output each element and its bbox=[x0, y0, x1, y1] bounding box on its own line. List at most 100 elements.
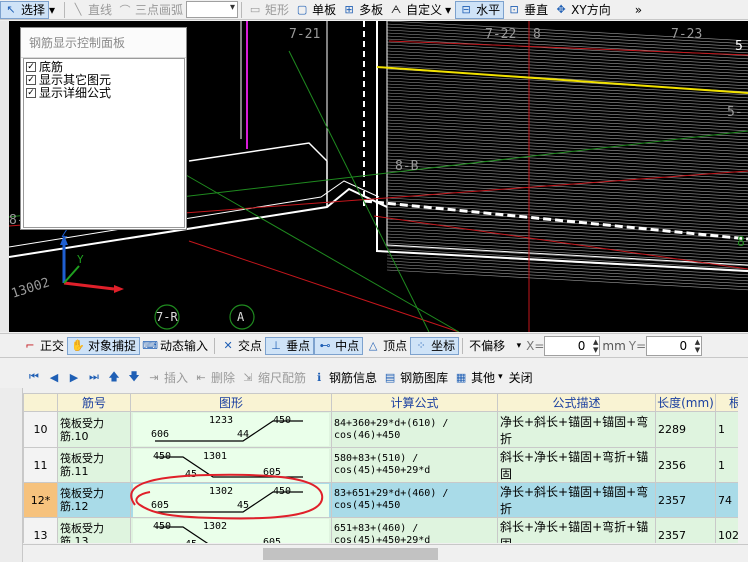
vertical-button[interactable]: ⊡ 垂直 bbox=[504, 1, 551, 19]
table-row[interactable]: 11 筏板受力筋.11 450 1301 45 605 580+83+(510) / cos… bbox=[23, 447, 748, 483]
midpoint-button[interactable]: ⊷ 中点 bbox=[314, 336, 364, 355]
axis-line-green-3 bbox=[288, 50, 430, 332]
length-cell[interactable]: 2356 bbox=[655, 447, 716, 483]
row-number[interactable]: 10 bbox=[23, 411, 58, 448]
separator bbox=[241, 1, 243, 18]
header-shape[interactable]: 图形 bbox=[130, 393, 332, 412]
custom-dropdown[interactable]: ▾ bbox=[445, 1, 455, 19]
vertex-button[interactable]: △ 顶点 bbox=[363, 337, 410, 355]
scale-icon: ⇲ bbox=[243, 370, 253, 384]
shape-cell[interactable]: 606 1233 44 450 bbox=[130, 411, 332, 448]
grid-vertical-scrollbar[interactable] bbox=[738, 393, 748, 544]
length-cell[interactable]: 2357 bbox=[655, 517, 716, 543]
panel-option-show-formula[interactable]: ✓ 显示详细公式 bbox=[26, 86, 184, 100]
separator bbox=[462, 337, 464, 354]
checkbox-checked-icon[interactable]: ✓ bbox=[26, 74, 36, 85]
dynamic-input-button[interactable]: ⌨ 动态输入 bbox=[140, 337, 211, 355]
coordinate-button[interactable]: ⁘ 坐标 bbox=[410, 336, 460, 355]
header-description[interactable]: 公式描述 bbox=[497, 393, 656, 412]
row-number[interactable]: 12* bbox=[23, 482, 58, 518]
axis-label: 5- bbox=[727, 105, 743, 120]
description-cell[interactable]: 净长+斜长+锚固+锚固+弯折 bbox=[497, 411, 656, 448]
offset-select[interactable]: 不偏移 ▾ bbox=[466, 337, 524, 355]
table-row[interactable]: 13筏板受力筋.13 450 1302 45 605 651+83+(460) / cos… bbox=[23, 517, 748, 544]
first-record-button[interactable]: ⏮ bbox=[24, 368, 44, 386]
shape-dim: 1302 bbox=[203, 520, 228, 532]
shape-cell[interactable]: 450 1301 45 605 bbox=[130, 447, 332, 483]
formula-cell[interactable]: 84+360+29*d+(610) / cos(46)+450 bbox=[331, 411, 498, 448]
formula-cell[interactable]: 580+83+(510) / cos(45)+450+29*d bbox=[331, 447, 498, 483]
rebar-shape: 450 1301 45 605 bbox=[133, 448, 329, 482]
line-button[interactable]: ╲ 直线 bbox=[68, 1, 115, 19]
chevron-down-icon: ▾ bbox=[498, 372, 503, 382]
select-dropdown[interactable]: ▾ bbox=[49, 1, 61, 19]
row-number[interactable]: 11 bbox=[23, 447, 58, 483]
spinner-icon[interactable]: ▲ ▼ bbox=[593, 338, 598, 354]
x-input[interactable]: 0 ▲ ▼ bbox=[544, 335, 601, 356]
x-label: X= bbox=[526, 338, 545, 353]
rect-button[interactable]: ▭ 矩形 bbox=[245, 1, 292, 19]
intersection-button[interactable]: ✕ 交点 bbox=[218, 337, 265, 355]
y-input[interactable]: 0 ▲ ▼ bbox=[646, 335, 703, 356]
length-cell[interactable]: 2289 bbox=[655, 411, 716, 448]
shape-dim: 605 bbox=[263, 536, 282, 544]
header-bar-no[interactable]: 筋号 bbox=[57, 393, 131, 412]
arc-button[interactable]: ⌒ 三点画弧 bbox=[115, 1, 186, 19]
scrollbar-thumb[interactable] bbox=[263, 548, 438, 560]
checkbox-checked-icon[interactable]: ✓ bbox=[26, 61, 36, 72]
other-menu-button[interactable]: ▦ 其他 ▾ bbox=[451, 368, 506, 386]
next-record-button[interactable]: ▶ bbox=[64, 368, 84, 386]
table-row[interactable]: 12* 筏板受力筋.12 605 1302 45 450 83+651+29*d+(460)… bbox=[23, 482, 748, 518]
bar-name-cell[interactable]: 筏板受力筋.13 bbox=[57, 517, 131, 543]
bar-name-cell[interactable]: 筏板受力筋.10 bbox=[57, 411, 131, 448]
close-grid-button[interactable]: 关闭 bbox=[506, 368, 536, 386]
description-cell[interactable]: 斜长+净长+锚固+弯折+锚固 bbox=[497, 517, 656, 543]
multi-board-button[interactable]: ⊞ 多板 bbox=[339, 1, 386, 19]
custom-button[interactable]: ᗅ 自定义 bbox=[386, 1, 445, 19]
formula-cell[interactable]: 83+651+29*d+(460) / cos(45)+450 bbox=[331, 482, 498, 518]
single-board-button[interactable]: ▢ 单板 bbox=[292, 1, 339, 19]
dynamic-input-icon: ⌨ bbox=[142, 339, 158, 352]
cursor-icon: ↖ bbox=[6, 3, 16, 16]
prev-record-button[interactable]: ◀ bbox=[44, 368, 64, 386]
dashed-edge-h bbox=[363, 199, 748, 241]
insert-button[interactable]: ⇥ 插入 bbox=[144, 368, 191, 386]
table-row[interactable]: 10 筏板受力筋.10 606 1233 44 450 84+360+29*d+(610) … bbox=[23, 411, 748, 448]
scale-rebar-button[interactable]: ⇲ 缩尺配筋 bbox=[238, 368, 309, 386]
delete-icon: ⇤ bbox=[196, 370, 206, 384]
checkbox-checked-icon[interactable]: ✓ bbox=[26, 87, 36, 98]
rectangle-icon: ▭ bbox=[249, 3, 261, 16]
xy-direction-button[interactable]: ✥ XY方向 bbox=[551, 1, 614, 19]
delete-button[interactable]: ⇤ 删除 bbox=[191, 368, 238, 386]
description-cell[interactable]: 净长+斜长+锚固+锚固+弯折 bbox=[497, 482, 656, 518]
shape-cell[interactable]: 450 1302 45 605 bbox=[130, 517, 332, 544]
draw-mode-select[interactable] bbox=[186, 1, 239, 18]
select-button[interactable]: ↖ 选择 bbox=[0, 0, 50, 19]
horizontal-button[interactable]: ⊟ 水平 bbox=[455, 0, 505, 19]
row-number[interactable]: 13 bbox=[23, 517, 58, 543]
rebar-library-button[interactable]: ▤ 钢筋图库 bbox=[380, 368, 451, 386]
bar-name-cell[interactable]: 筏板受力筋.11 bbox=[57, 447, 131, 483]
vertex-icon: △ bbox=[368, 339, 378, 352]
object-snap-button[interactable]: ✋ 对象捕捉 bbox=[67, 336, 141, 355]
header-length[interactable]: 长度(mm) bbox=[655, 393, 716, 412]
last-record-button[interactable]: ⏭ bbox=[84, 368, 104, 386]
perpendicular-button[interactable]: ⊥ 垂点 bbox=[265, 336, 315, 355]
last-icon: ⏭ bbox=[89, 370, 99, 383]
shape-cell[interactable]: 605 1302 45 450 bbox=[130, 482, 332, 518]
perpendicular-icon: ⊥ bbox=[271, 339, 281, 352]
formula-cell[interactable]: 651+83+(460) / cos(45)+450+29*d bbox=[331, 517, 498, 543]
header-formula[interactable]: 计算公式 bbox=[331, 393, 498, 412]
shape-dim: 44 bbox=[237, 429, 250, 440]
move-up-button[interactable]: 🡅 bbox=[104, 368, 124, 386]
description-cell[interactable]: 斜长+净长+锚固+弯折+锚固 bbox=[497, 447, 656, 483]
spinner-icon[interactable]: ▲ ▼ bbox=[695, 338, 700, 354]
toolbar-overflow[interactable]: » bbox=[632, 1, 645, 19]
move-down-button[interactable]: 🡇 bbox=[124, 368, 144, 386]
rebar-info-button[interactable]: ℹ 钢筋信息 bbox=[309, 368, 380, 386]
gizmo-x-arrow bbox=[114, 285, 124, 293]
ortho-button[interactable]: ⌐ 正交 bbox=[20, 337, 67, 355]
length-cell[interactable]: 2357 bbox=[655, 482, 716, 518]
grid-horizontal-scrollbar[interactable] bbox=[23, 544, 748, 562]
bar-name-cell[interactable]: 筏板受力筋.12 bbox=[57, 482, 131, 518]
